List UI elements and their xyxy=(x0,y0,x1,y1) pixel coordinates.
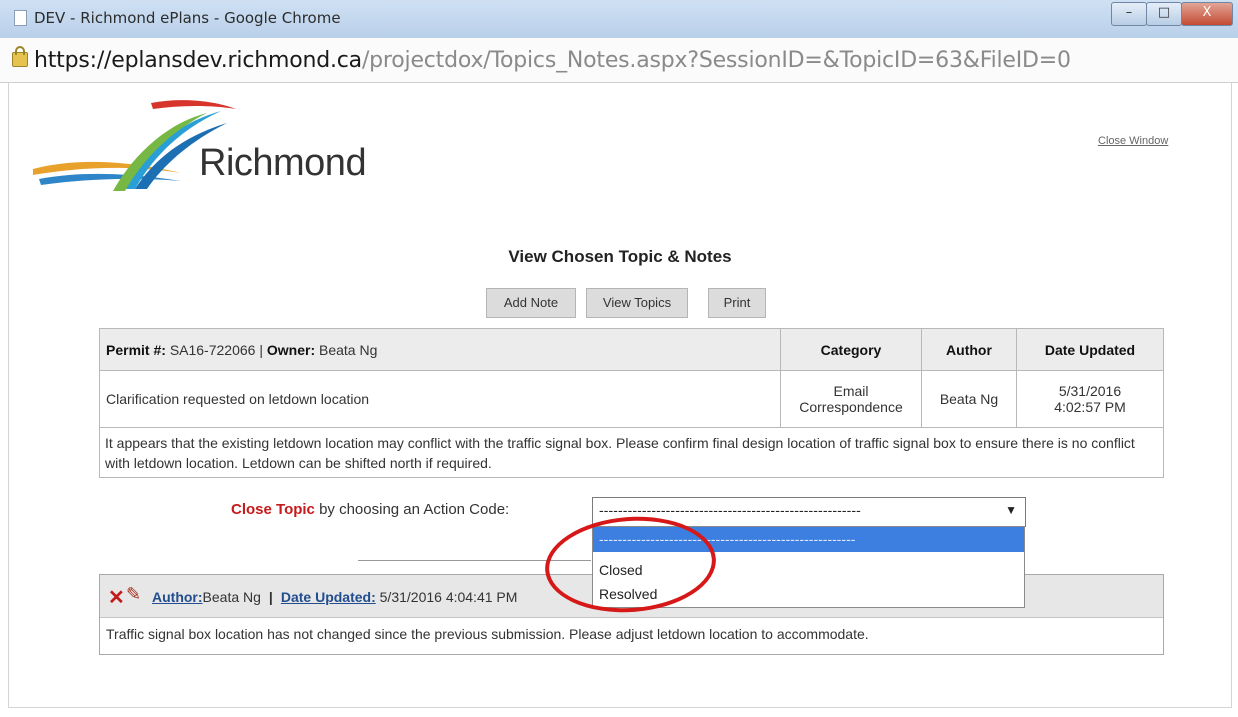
page-title: View Chosen Topic & Notes xyxy=(508,247,732,266)
permit-label: Permit #: xyxy=(106,341,166,358)
close-topic-instruction: by choosing an Action Code: xyxy=(319,501,510,518)
topic-table: Permit #: SA16-722066 | Owner: Beata Ng … xyxy=(99,328,1164,478)
table-header-row: Permit #: SA16-722066 | Owner: Beata Ng … xyxy=(99,328,1164,371)
richmond-logo: Richmond xyxy=(31,97,367,207)
logo-text: Richmond xyxy=(199,142,367,184)
note-body: Traffic signal box location has not chan… xyxy=(106,626,869,642)
address-bar[interactable]: https://eplansdev.richmond.ca/projectdox… xyxy=(0,38,1238,83)
topic-subject: Clarification requested on letdown locat… xyxy=(99,370,781,428)
page-content: Richmond Close Window View Chosen Topic … xyxy=(8,83,1232,708)
lock-icon xyxy=(12,46,28,67)
window-titlebar: DEV - Richmond ePlans - Google Chrome – … xyxy=(0,0,1238,39)
close-window-link[interactable]: Close Window xyxy=(1098,135,1168,147)
delete-icon[interactable]: ✕ xyxy=(108,585,125,610)
note-author: Beata Ng xyxy=(202,589,261,605)
column-category: Category xyxy=(780,328,922,371)
chevron-down-icon: ▼ xyxy=(1005,503,1017,517)
date-line-2: 4:02:57 PM xyxy=(1054,399,1126,415)
action-code-selected: ----------------------------------------… xyxy=(599,502,861,518)
minimize-button[interactable]: – xyxy=(1111,2,1147,26)
url-host: https://eplansdev.richmond.ca xyxy=(34,48,362,73)
header-separator: | xyxy=(259,341,263,358)
owner-value: Beata Ng xyxy=(319,341,378,358)
date-line-1: 5/31/2016 xyxy=(1058,383,1122,399)
url-path: /projectdox/Topics_Notes.aspx?SessionID=… xyxy=(361,48,1071,73)
permit-value: SA16-722066 xyxy=(169,341,256,358)
close-button[interactable]: X xyxy=(1181,2,1233,26)
column-author: Author xyxy=(921,328,1017,371)
table-row: Clarification requested on letdown locat… xyxy=(99,370,1164,428)
topic-date: 5/31/2016 4:02:57 PM xyxy=(1016,370,1164,428)
page-icon xyxy=(14,10,27,26)
category-line-2: Correspondence xyxy=(799,399,903,415)
print-button[interactable]: Print xyxy=(708,288,766,318)
column-date-updated: Date Updated xyxy=(1016,328,1164,371)
maximize-button[interactable]: □ xyxy=(1146,2,1182,26)
table-row: It appears that the existing letdown loc… xyxy=(99,427,1164,478)
view-topics-button[interactable]: View Topics xyxy=(586,288,688,318)
window-title: DEV - Richmond ePlans - Google Chrome xyxy=(34,9,341,27)
category-line-1: Email xyxy=(833,383,869,399)
url-text[interactable]: https://eplansdev.richmond.ca/projectdox… xyxy=(34,48,1071,73)
date-updated-sort-link[interactable]: Date Updated: xyxy=(281,589,376,605)
topic-category: Email Correspondence xyxy=(780,370,922,428)
note-date: 5/31/2016 4:04:41 PM xyxy=(379,589,518,605)
edit-pencil-icon[interactable]: ✎ xyxy=(126,584,141,605)
author-sort-link[interactable]: Author: xyxy=(152,589,203,605)
topic-description: It appears that the existing letdown loc… xyxy=(99,427,1164,478)
note-meta: Author:Beata Ng | Date Updated: 5/31/2016 … xyxy=(152,589,517,605)
note-separator: | xyxy=(268,589,273,605)
close-topic-label: Close Topic by choosing an Action Code: xyxy=(231,501,509,518)
permit-owner-cell: Permit #: SA16-722066 | Owner: Beata Ng xyxy=(99,328,781,371)
close-topic-highlight: Close Topic xyxy=(231,501,315,518)
topic-author: Beata Ng xyxy=(921,370,1017,428)
add-note-button[interactable]: Add Note xyxy=(486,288,576,318)
owner-label: Owner: xyxy=(266,341,316,358)
